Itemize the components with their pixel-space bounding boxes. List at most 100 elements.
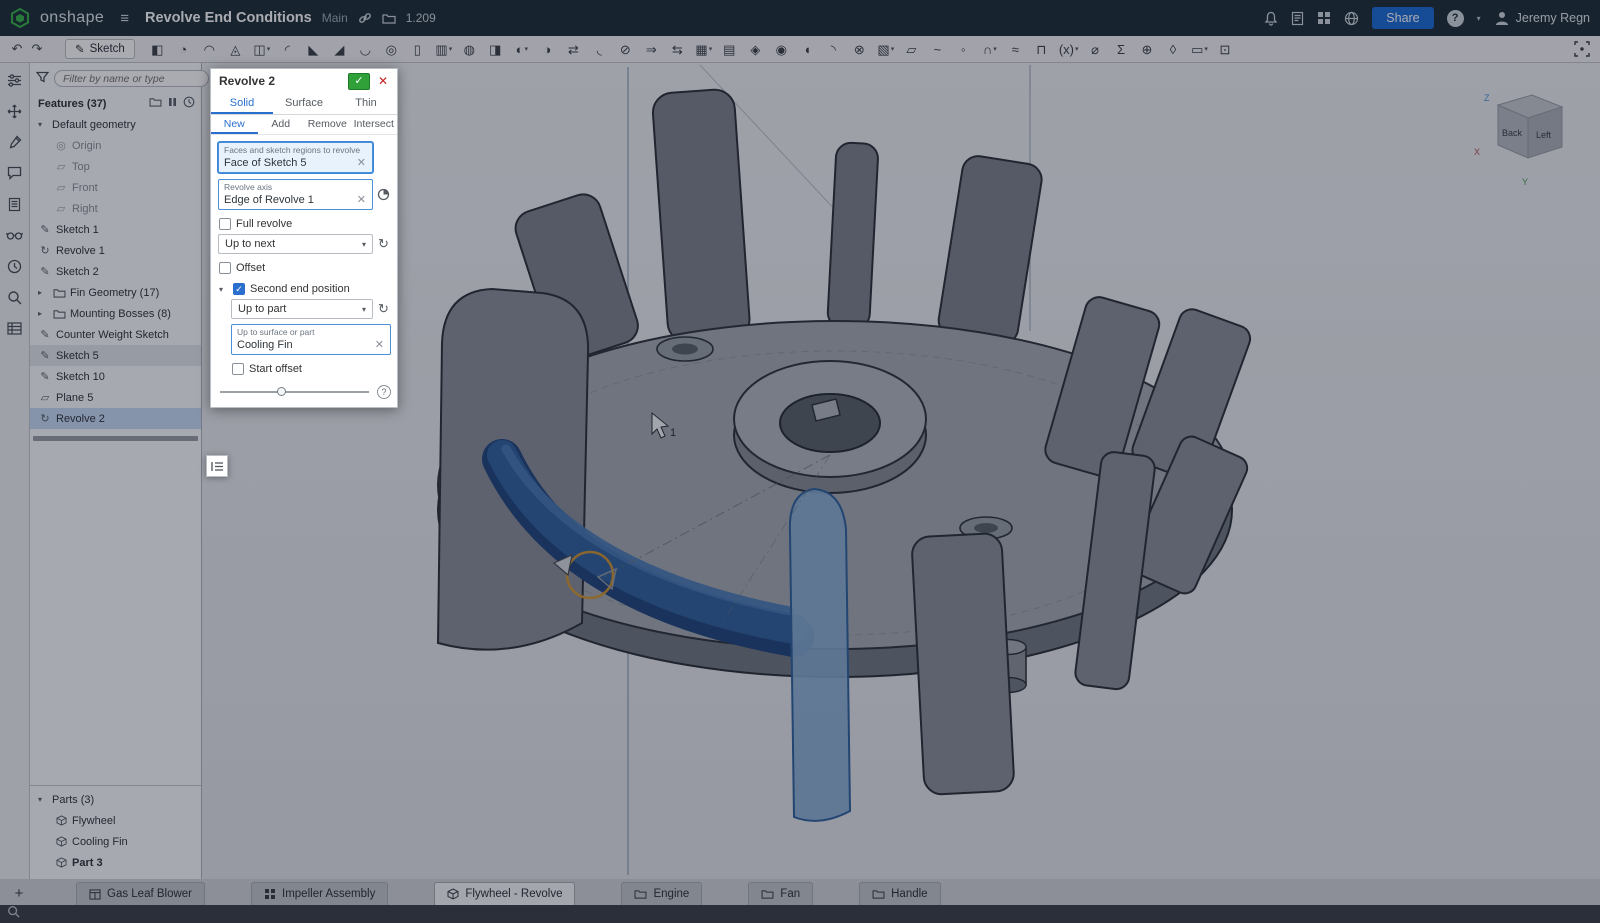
- delete-face-icon[interactable]: ⊘: [616, 39, 636, 59]
- tab-flywheel-revolve[interactable]: Flywheel - Revolve: [434, 882, 575, 905]
- onshape-logo-icon[interactable]: [10, 8, 30, 28]
- cooling-fin-part[interactable]: [790, 489, 850, 821]
- extrude-icon[interactable]: ◧: [148, 39, 168, 59]
- sketch-button[interactable]: ✎ Sketch: [65, 39, 135, 59]
- move-face-icon[interactable]: ⇒: [642, 39, 662, 59]
- tag-icon[interactable]: ◊: [1164, 39, 1184, 59]
- full-revolve-checkbox-row[interactable]: Full revolve: [219, 218, 390, 230]
- rib-icon[interactable]: ▯: [408, 39, 428, 59]
- chevron-down-icon[interactable]: ▾: [1477, 14, 1481, 23]
- tree-item-fin-geometry[interactable]: ▸ Fin Geometry (17): [30, 282, 201, 303]
- new-tab-button[interactable]: +: [8, 882, 30, 904]
- mirror-icon[interactable]: ◨: [486, 39, 506, 59]
- chevron-down-icon[interactable]: ▾: [38, 120, 48, 129]
- confirm-button[interactable]: ✓: [348, 73, 370, 90]
- chevron-down-icon[interactable]: ▾: [219, 285, 228, 294]
- tree-item-sketch-10[interactable]: ✎ Sketch 10: [30, 366, 201, 387]
- second-end-condition-select[interactable]: Up to part ▾: [231, 299, 373, 319]
- dialog-help-icon[interactable]: ?: [377, 385, 391, 399]
- tree-item-mounting-bosses[interactable]: ▸ Mounting Bosses (8): [30, 303, 201, 324]
- modify-fillet-icon[interactable]: ◝: [824, 39, 844, 59]
- filter-input[interactable]: [54, 70, 209, 87]
- fillet-icon[interactable]: ◜: [278, 39, 298, 59]
- tab-solid[interactable]: Solid: [211, 93, 273, 114]
- glasses-icon[interactable]: [6, 226, 24, 244]
- tree-item-origin[interactable]: ◎ Origin: [30, 135, 201, 156]
- opposite-direction-icon[interactable]: ↻: [376, 236, 391, 252]
- circular-pattern-icon[interactable]: ◍: [460, 39, 480, 59]
- notifications-bell-icon[interactable]: [1264, 11, 1278, 26]
- center-view-icon[interactable]: [1572, 39, 1592, 59]
- tab-surface[interactable]: Surface: [273, 93, 335, 114]
- tree-item-right-plane[interactable]: ▱ Right: [30, 198, 201, 219]
- transform-icon[interactable]: [6, 102, 24, 120]
- tab-engine[interactable]: Engine: [621, 882, 702, 905]
- composite-curve-icon[interactable]: ≈: [1006, 39, 1026, 59]
- second-end-position-row[interactable]: ▾ ✓ Second end position: [219, 283, 390, 295]
- flywheel-hub[interactable]: [734, 361, 926, 493]
- measure-icon[interactable]: ⌀: [1086, 39, 1106, 59]
- split-icon[interactable]: ◑: [538, 39, 558, 59]
- search-icon[interactable]: [6, 288, 24, 306]
- clear-selection-icon[interactable]: ✕: [374, 338, 385, 351]
- op-remove[interactable]: Remove: [304, 115, 351, 134]
- insert-folder-icon[interactable]: [149, 97, 162, 110]
- mass-properties-icon[interactable]: Σ: [1112, 39, 1132, 59]
- fill-icon[interactable]: ◉: [772, 39, 792, 59]
- transform-icon[interactable]: ⇄: [564, 39, 584, 59]
- comment-icon[interactable]: [6, 164, 24, 182]
- cancel-button[interactable]: ✕: [374, 73, 392, 90]
- up-to-part-field[interactable]: Up to surface or part Cooling Fin ✕: [231, 324, 391, 355]
- tree-item-counter-weight-sketch[interactable]: ✎ Counter Weight Sketch: [30, 324, 201, 345]
- filter-funnel-icon[interactable]: [36, 71, 49, 86]
- delete-part-icon[interactable]: ⊗: [850, 39, 870, 59]
- opacity-slider[interactable]: [220, 391, 369, 393]
- table-icon[interactable]: ▦▾: [694, 39, 714, 59]
- curve-icon[interactable]: ∩▾: [980, 39, 1000, 59]
- sheet-metal-icon[interactable]: ▤: [720, 39, 740, 59]
- op-add[interactable]: Add: [258, 115, 305, 134]
- menu-icon[interactable]: ≡: [120, 10, 129, 27]
- slider-thumb[interactable]: [277, 387, 286, 396]
- enclose-icon[interactable]: ◈: [746, 39, 766, 59]
- end-condition-select[interactable]: Up to next ▾: [218, 234, 373, 254]
- language-globe-icon[interactable]: [1344, 11, 1359, 26]
- link-icon[interactable]: [358, 11, 372, 25]
- part-item-part-3[interactable]: Part 3: [30, 852, 201, 873]
- tree-item-plane-5[interactable]: ▱ Plane 5: [30, 387, 201, 408]
- clear-selection-icon[interactable]: ✕: [356, 193, 367, 206]
- tab-handle[interactable]: Handle: [859, 882, 940, 905]
- appearance-icon[interactable]: [6, 133, 24, 151]
- boolean-icon[interactable]: ◐▾: [512, 39, 532, 59]
- chamfer-icon[interactable]: ◣: [304, 39, 324, 59]
- parts-header[interactable]: ▾ Parts (3): [30, 789, 201, 810]
- viewport[interactable]: 1 Back Left Z X Y: [202, 63, 1600, 879]
- custom-feature-icon[interactable]: ⊡: [1216, 39, 1236, 59]
- chevron-right-icon[interactable]: ▸: [38, 309, 48, 318]
- version-folder-icon[interactable]: [382, 13, 396, 24]
- offset-checkbox-row[interactable]: Offset: [219, 262, 390, 274]
- axis-selection-field[interactable]: Revolve axis Edge of Revolve 1 ✕: [218, 179, 373, 210]
- shell-icon[interactable]: ◡: [356, 39, 376, 59]
- start-offset-checkbox-row[interactable]: Start offset: [232, 363, 390, 375]
- point-icon[interactable]: ◦: [954, 39, 974, 59]
- linear-pattern-icon[interactable]: ▥▾: [434, 39, 454, 59]
- brand-wordmark[interactable]: onshape: [40, 9, 104, 27]
- tree-item-revolve-2[interactable]: ↻ Revolve 2: [30, 408, 201, 429]
- redo-icon[interactable]: ↷: [28, 39, 46, 59]
- op-new[interactable]: New: [211, 115, 258, 134]
- part-item-flywheel[interactable]: Flywheel: [30, 810, 201, 831]
- history-icon[interactable]: [183, 96, 195, 111]
- checkbox-unchecked-icon[interactable]: [232, 363, 244, 375]
- checkbox-checked-icon[interactable]: ✓: [233, 283, 245, 295]
- plane-icon[interactable]: ▱: [902, 39, 922, 59]
- dialog-list-toggle[interactable]: [206, 455, 228, 477]
- view-cube[interactable]: Back Left Z X Y: [1474, 93, 1562, 187]
- tab-fan[interactable]: Fan: [748, 882, 813, 905]
- helix-icon[interactable]: ~: [928, 39, 948, 59]
- chevron-down-icon[interactable]: ▾: [38, 795, 48, 804]
- tree-item-sketch-5[interactable]: ✎ Sketch 5: [30, 345, 201, 366]
- bom-icon[interactable]: [6, 319, 24, 337]
- checkbox-unchecked-icon[interactable]: [219, 262, 231, 274]
- hole-icon[interactable]: ◎: [382, 39, 402, 59]
